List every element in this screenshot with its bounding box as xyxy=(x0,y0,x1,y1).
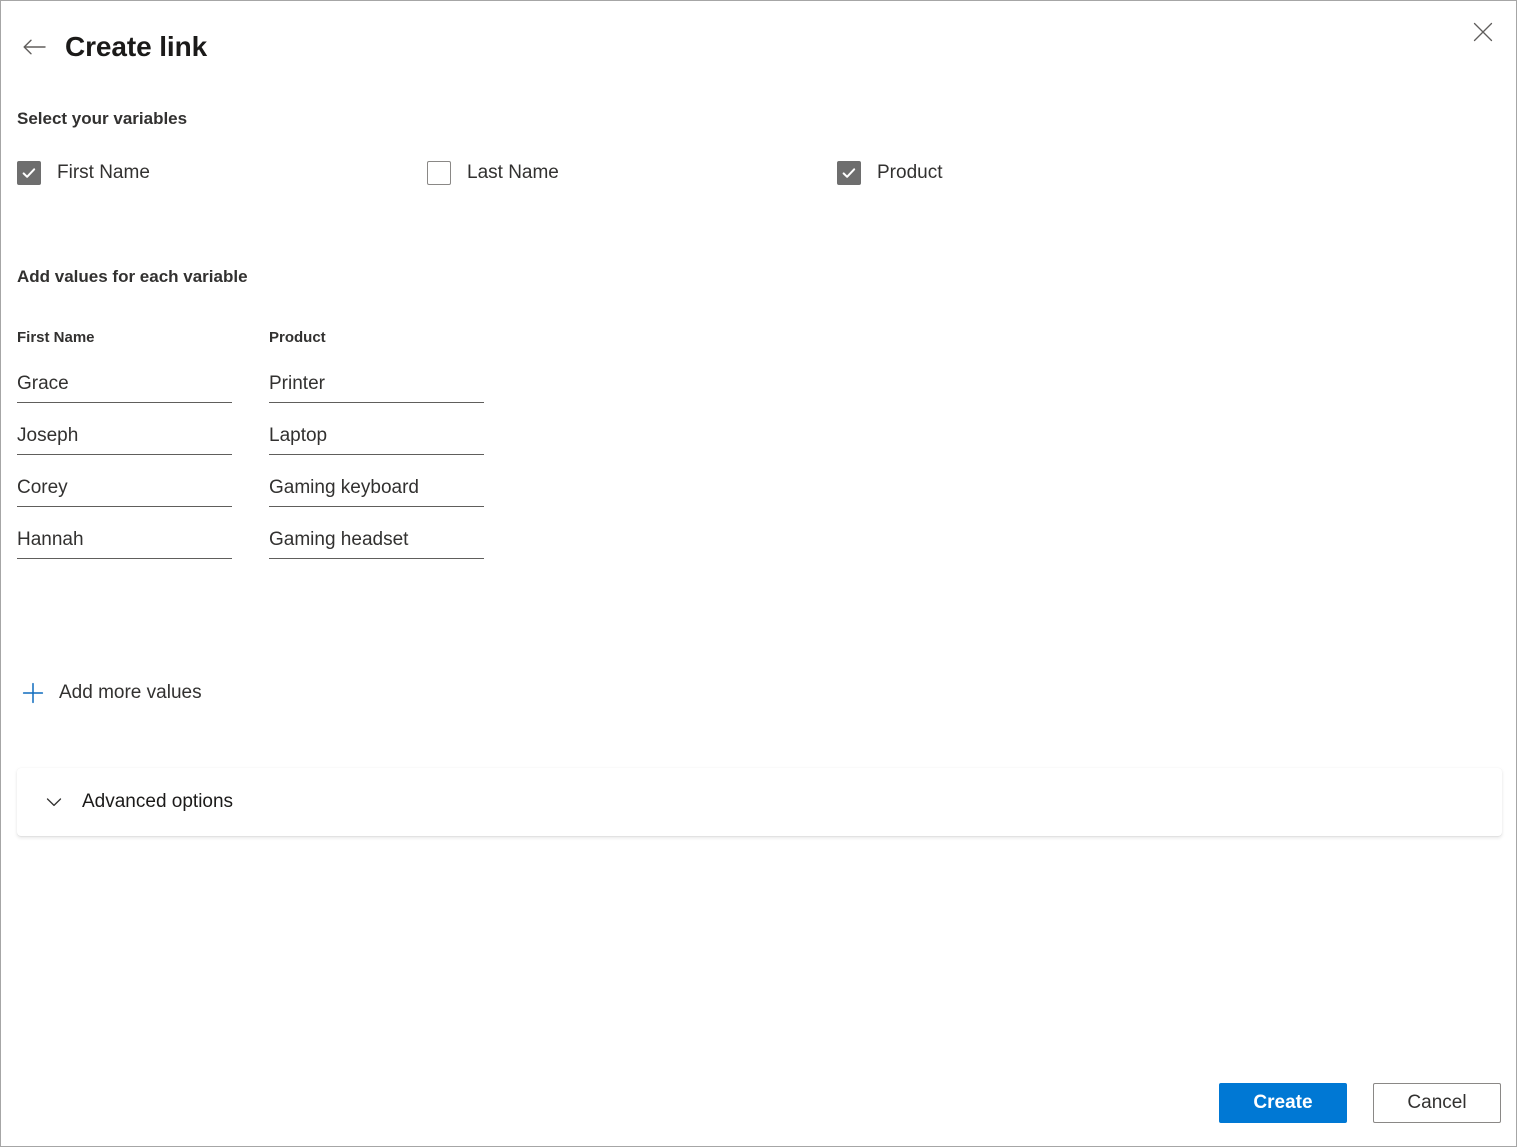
value-cell xyxy=(269,425,521,455)
values-rows xyxy=(17,373,521,559)
variables-checkbox-row: First Name Last Name Product xyxy=(17,161,1217,185)
value-input-first-name-3[interactable] xyxy=(17,477,232,507)
checkbox-box[interactable] xyxy=(837,161,861,185)
value-input-product-2[interactable] xyxy=(269,425,484,455)
close-icon[interactable] xyxy=(1460,9,1506,55)
column-header-cell: Product xyxy=(269,329,521,347)
column-header-label: First Name xyxy=(17,329,95,346)
value-row xyxy=(17,529,521,559)
page-title: Create link xyxy=(65,31,208,62)
add-more-values-button[interactable]: Add more values xyxy=(15,677,208,709)
dialog-footer: Create Cancel xyxy=(1,1060,1516,1146)
create-link-dialog: Create link Select your variables First … xyxy=(0,0,1517,1147)
values-column-headers: First Name Product xyxy=(17,329,521,347)
value-cell xyxy=(269,529,521,559)
value-input-first-name-2[interactable] xyxy=(17,425,232,455)
variable-label: Product xyxy=(877,162,943,183)
cancel-button[interactable]: Cancel xyxy=(1373,1083,1501,1123)
value-cell xyxy=(269,477,521,507)
value-cell xyxy=(17,425,269,455)
dialog-header: Create link xyxy=(17,23,207,71)
advanced-options-label: Advanced options xyxy=(82,791,234,812)
value-row xyxy=(17,425,521,455)
column-header-label: Product xyxy=(269,329,326,346)
chevron-down-icon xyxy=(43,791,65,813)
arrow-left-icon[interactable] xyxy=(17,30,51,64)
create-button[interactable]: Create xyxy=(1219,1083,1347,1123)
values-grid: First Name Product xyxy=(17,329,521,559)
value-input-product-4[interactable] xyxy=(269,529,484,559)
advanced-options-section[interactable]: Advanced options xyxy=(17,768,1502,836)
variable-checkbox-last-name[interactable]: Last Name xyxy=(427,161,837,185)
variable-label: First Name xyxy=(57,162,150,183)
value-row xyxy=(17,373,521,403)
variable-checkbox-first-name[interactable]: First Name xyxy=(17,161,427,185)
value-row xyxy=(17,477,521,507)
value-cell xyxy=(17,477,269,507)
value-cell xyxy=(17,373,269,403)
value-cell xyxy=(269,373,521,403)
add-values-heading: Add values for each variable xyxy=(17,267,248,286)
variable-label: Last Name xyxy=(467,162,559,183)
value-input-product-3[interactable] xyxy=(269,477,484,507)
column-header-cell: First Name xyxy=(17,329,269,347)
value-input-first-name-4[interactable] xyxy=(17,529,232,559)
select-variables-heading: Select your variables xyxy=(17,109,188,128)
value-input-first-name-1[interactable] xyxy=(17,373,232,403)
plus-icon xyxy=(21,681,45,705)
value-cell xyxy=(17,529,269,559)
checkbox-box[interactable] xyxy=(427,161,451,185)
add-more-values-label: Add more values xyxy=(59,682,202,703)
variable-checkbox-product[interactable]: Product xyxy=(837,161,942,185)
checkbox-box[interactable] xyxy=(17,161,41,185)
value-input-product-1[interactable] xyxy=(269,373,484,403)
